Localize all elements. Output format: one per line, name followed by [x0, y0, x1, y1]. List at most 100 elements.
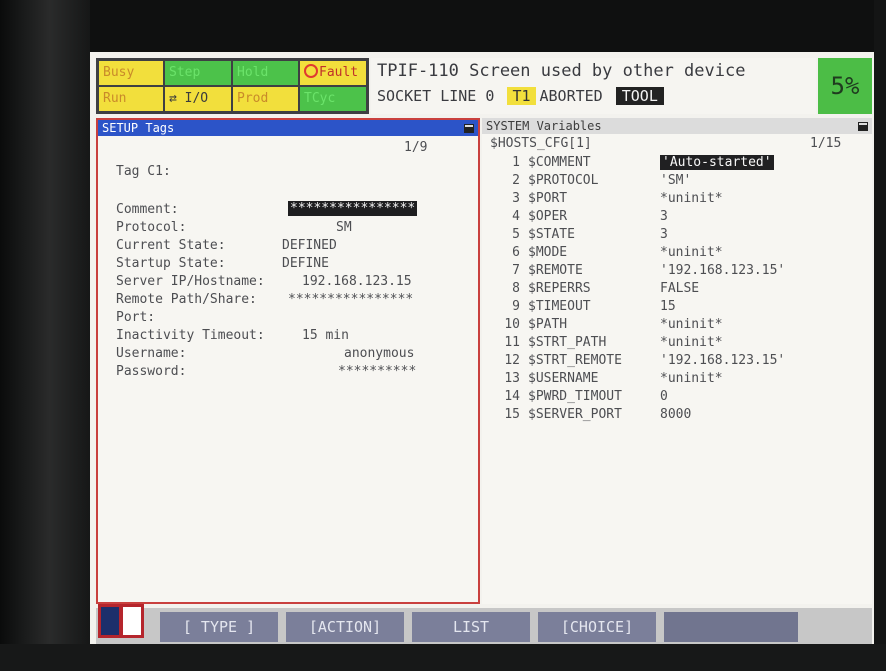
fault-indicator: Fault [300, 61, 366, 85]
row-number: 1 [512, 155, 520, 170]
page-indicator: 1/15 [810, 136, 842, 151]
teach-pendant-screen: Busy Step Hold Fault Run ⇄ I/O Prod TCyc… [90, 52, 874, 644]
row-number: 13 [504, 371, 520, 386]
row-number: 10 [504, 317, 520, 332]
field-label: Username: [116, 346, 187, 361]
program-status-line: SOCKET LINE 0 T1 ABORTED TOOL [377, 87, 664, 105]
prod-label: Prod [237, 91, 269, 106]
field-label: Startup State: [116, 256, 226, 271]
io-label: I/O [184, 91, 209, 106]
field-label: Remote Path/Share: [116, 292, 257, 307]
variable-value[interactable]: '192.168.123.15' [660, 353, 785, 368]
row-number: 12 [504, 353, 520, 368]
system-variables-title: SYSTEM Variables [482, 118, 872, 134]
program-name: SOCKET LINE 0 [377, 87, 495, 105]
variable-value[interactable]: FALSE [660, 281, 699, 296]
busy-indicator: Busy [99, 61, 163, 85]
variable-value[interactable]: 3 [660, 227, 668, 242]
variable-name: $USERNAME [528, 371, 599, 386]
row-number: 14 [504, 389, 520, 404]
system-variables-panel[interactable]: SYSTEM Variables $HOSTS_CFG[1] 1/15 1 $CO… [482, 118, 872, 604]
comment-value[interactable]: **************** [288, 201, 418, 216]
variable-name: $REPERRS [528, 281, 591, 296]
run-label: Run [103, 91, 127, 106]
row-number: 4 [512, 209, 520, 224]
io-indicator: ⇄ I/O [165, 87, 231, 111]
variable-value[interactable]: 'SM' [660, 173, 691, 188]
f3-list-key[interactable]: LIST [412, 612, 530, 642]
f5-key[interactable] [664, 612, 798, 642]
variable-name: $STRT_REMOTE [528, 353, 622, 368]
execution-state: ABORTED [539, 87, 603, 105]
run-indicator: Run [99, 87, 163, 111]
tag-label: Tag C1: [116, 164, 171, 179]
row-number: 9 [512, 299, 520, 314]
variable-value[interactable]: *uninit* [660, 317, 723, 332]
variable-name: $REMOTE [528, 263, 583, 278]
variable-value[interactable]: 8000 [660, 407, 691, 422]
maximize-icon[interactable] [464, 124, 474, 133]
mode-badge: T1 [507, 87, 536, 105]
f1-type-key[interactable]: [ TYPE ] [160, 612, 278, 642]
current-state-value[interactable]: DEFINED [282, 238, 337, 253]
hold-indicator: Hold [233, 61, 298, 85]
window-toggle-icon[interactable] [98, 604, 144, 638]
status-message-area: TPIF-110 Screen used by other device SOC… [371, 58, 816, 114]
override-percent[interactable]: 5% [818, 58, 872, 114]
f4-choice-key[interactable]: [CHOICE] [538, 612, 656, 642]
variable-value[interactable]: '192.168.123.15' [660, 263, 785, 278]
variable-value[interactable]: *uninit* [660, 371, 723, 386]
row-number: 3 [512, 191, 520, 206]
step-indicator: Step [165, 61, 231, 85]
step-label: Step [169, 65, 201, 80]
maximize-icon[interactable] [858, 122, 868, 131]
variable-value[interactable]: *uninit* [660, 335, 723, 350]
setup-tags-title-text: SETUP Tags [102, 121, 175, 135]
tcyc-label: TCyc [304, 91, 336, 106]
fault-dot-icon [304, 64, 318, 78]
username-value[interactable]: anonymous [344, 346, 414, 361]
password-value[interactable]: ********** [338, 364, 416, 379]
row-number: 5 [512, 227, 520, 242]
variable-value[interactable]: 15 [660, 299, 676, 314]
system-variables-title-text: SYSTEM Variables [486, 119, 602, 133]
variable-value[interactable]: *uninit* [660, 245, 723, 260]
server-ip-value[interactable]: 192.168.123.15 [302, 274, 412, 289]
remote-path-value[interactable]: **************** [288, 292, 413, 307]
io-icon: ⇄ [169, 91, 185, 106]
busy-label: Busy [103, 65, 135, 80]
variable-value[interactable]: *uninit* [660, 191, 723, 206]
field-label: Server IP/Hostname: [116, 274, 265, 289]
alarm-message: TPIF-110 Screen used by other device [377, 61, 746, 81]
f2-action-key[interactable]: [ACTION] [286, 612, 404, 642]
field-label: Comment: [116, 202, 179, 217]
inactivity-timeout-value[interactable]: 15 min [302, 328, 349, 343]
status-indicator-panel: Busy Step Hold Fault Run ⇄ I/O Prod TCyc [96, 58, 369, 114]
variable-name: $PWRD_TIMOUT [528, 389, 622, 404]
tool-badge: TOOL [615, 87, 664, 105]
tcyc-indicator: TCyc [300, 87, 366, 111]
toggle-light-half [123, 607, 141, 635]
toggle-dark-half [101, 607, 119, 635]
setup-tags-title: SETUP Tags [98, 120, 478, 136]
bezel-top [0, 0, 886, 52]
hold-label: Hold [237, 65, 269, 80]
field-label: Port: [116, 310, 156, 325]
field-label: Current State: [116, 238, 226, 253]
row-number: 2 [512, 173, 520, 188]
bezel-left [0, 0, 90, 671]
row-number: 8 [512, 281, 520, 296]
variable-value[interactable]: 0 [660, 389, 668, 404]
variable-value-selected[interactable]: 'Auto-started' [660, 155, 774, 170]
startup-state-value[interactable]: DEFINE [282, 256, 329, 271]
variable-header: $HOSTS_CFG[1] [490, 136, 592, 151]
variable-value[interactable]: 3 [660, 209, 668, 224]
variable-name: $PORT [528, 191, 568, 206]
field-label: Inactivity Timeout: [116, 328, 265, 343]
row-number: 6 [512, 245, 520, 260]
bezel-bottom [0, 644, 886, 671]
variable-name: $OPER [528, 209, 568, 224]
page-indicator: 1/9 [404, 140, 428, 155]
setup-tags-panel[interactable]: SETUP Tags 1/9 Tag C1: Comment: ********… [96, 118, 480, 604]
protocol-value[interactable]: SM [336, 220, 352, 235]
